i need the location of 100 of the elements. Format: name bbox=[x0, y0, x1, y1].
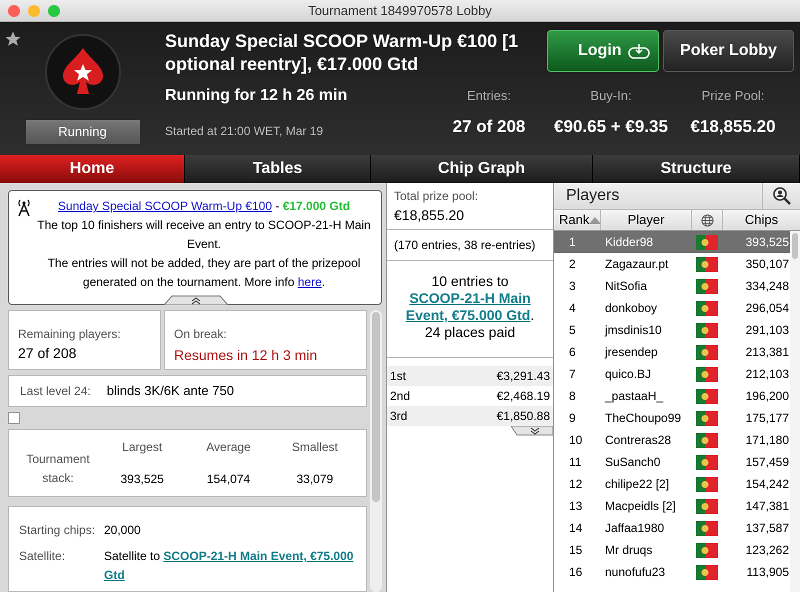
tab[interactable]: Chip Graph bbox=[371, 155, 593, 183]
starting-chips-label: Starting chips: bbox=[19, 522, 96, 539]
rank-cell-text: 14 bbox=[568, 520, 584, 537]
rank-cell-text: 7 bbox=[568, 366, 577, 383]
window-title: Tournament 1849970578 Lobby bbox=[308, 2, 492, 20]
chips-cell-text: 393,525 bbox=[744, 234, 790, 251]
stack-value: 154,074 bbox=[206, 471, 250, 488]
chips-cell-text: 291,103 bbox=[744, 322, 790, 339]
player-name-cell-text: TheChoupo99 bbox=[604, 410, 682, 427]
places-paid: 24 places paid bbox=[424, 324, 516, 341]
seats-text: 10 entries to bbox=[431, 273, 509, 290]
chips-cell-text: 175,177 bbox=[744, 410, 790, 427]
player-column-header[interactable]: Player bbox=[601, 210, 692, 230]
rank-cell-text: 15 bbox=[568, 542, 584, 559]
stat-value: €90.65 + €9.35 bbox=[554, 116, 668, 138]
chips-cell-text: 196,200 bbox=[744, 388, 790, 405]
stat-label: Prize Pool: bbox=[702, 87, 764, 105]
players-scrollbar[interactable] bbox=[790, 231, 800, 592]
tab[interactable]: Structure bbox=[593, 155, 800, 183]
players-title: Players bbox=[565, 186, 620, 206]
player-name-cell-text: Zagazaur.pt bbox=[604, 256, 670, 273]
star-icon[interactable] bbox=[4, 30, 22, 48]
player-name-cell-text: jresendep bbox=[604, 344, 659, 361]
satellite-link[interactable]: SCOOP-21-H Main Event, €75.000 bbox=[163, 547, 354, 566]
tab[interactable]: Home bbox=[0, 155, 185, 183]
amount-cell-text: €3,291.43 bbox=[496, 368, 550, 385]
remaining-label: Remaining players: bbox=[18, 326, 122, 343]
chips-cell-text: 334,248 bbox=[744, 278, 790, 295]
chips-cell-text: 212,103 bbox=[744, 366, 790, 383]
expand-icon[interactable] bbox=[511, 426, 553, 436]
flag-icon bbox=[696, 300, 718, 316]
close-icon[interactable] bbox=[8, 4, 20, 16]
remaining-value: 27 of 208 bbox=[18, 344, 78, 363]
tournament-link[interactable]: Sunday Special SCOOP Warm-Up €100 bbox=[58, 199, 272, 213]
player-name-cell-text: Mr druqs bbox=[604, 542, 654, 559]
rank-cell-text: 1 bbox=[568, 234, 577, 251]
download-icon bbox=[628, 43, 650, 59]
main-event-link[interactable]: Event, €75.000 Gtd bbox=[406, 307, 530, 324]
status-ribbon: Running bbox=[26, 120, 140, 144]
start-time: Started at 21:00 WET, Mar 19 bbox=[165, 123, 324, 140]
zoom-icon[interactable] bbox=[48, 4, 60, 16]
starting-chips-value: 20,000 bbox=[104, 522, 141, 539]
period-text: . bbox=[530, 307, 534, 324]
login-button[interactable]: Login bbox=[547, 30, 659, 72]
stat-value: 27 of 208 bbox=[452, 116, 526, 138]
rank-column-header[interactable]: Rank bbox=[554, 210, 601, 230]
player-name-cell-text: Jaffaa1980 bbox=[604, 520, 666, 537]
stack-value: 33,079 bbox=[296, 471, 334, 488]
info-headline: Sunday Special SCOOP Warm-Up €100 - €17.000 Gtd bbox=[58, 198, 350, 215]
rank-cell-text: 11 bbox=[568, 454, 582, 471]
flag-icon bbox=[696, 256, 718, 272]
rank-cell-text: 5 bbox=[568, 322, 577, 339]
flag-icon bbox=[696, 542, 718, 558]
chips-cell-text: 113,905 bbox=[746, 564, 790, 581]
stack-label: Tournament stack: bbox=[25, 451, 91, 487]
satellite-label: Satellite: bbox=[19, 548, 66, 565]
poker-lobby-button[interactable]: Poker Lobby bbox=[663, 30, 794, 72]
main-event-link[interactable]: SCOOP-21-H Main bbox=[409, 290, 531, 307]
rank-cell-text: 6 bbox=[568, 344, 577, 361]
place-cell-text: 1st bbox=[390, 368, 406, 385]
flag-icon bbox=[696, 498, 718, 514]
chips-column-header[interactable]: Chips bbox=[723, 210, 800, 230]
globe-icon bbox=[700, 214, 714, 226]
checkbox[interactable] bbox=[8, 412, 20, 424]
player-name-cell-text: quico.BJ bbox=[604, 366, 652, 383]
player-row[interactable]: 1 Kidder98 393,525 bbox=[554, 231, 790, 253]
chips-cell-text: 213,381 bbox=[744, 344, 790, 361]
flag-icon bbox=[696, 366, 718, 382]
prize-pool-label: Total prize pool: bbox=[394, 188, 480, 205]
player-name-cell-text: jmsdinis10 bbox=[604, 322, 663, 339]
flag-icon bbox=[696, 476, 718, 492]
rank-cell-text: 2 bbox=[568, 256, 577, 273]
stat-label: Entries: bbox=[466, 87, 512, 105]
stack-value: 393,525 bbox=[120, 471, 164, 488]
flag-icon bbox=[696, 410, 718, 426]
player-name-cell-text: Kidder98 bbox=[604, 234, 654, 251]
collapse-icon[interactable] bbox=[164, 295, 228, 305]
player-name-cell-text: _pastaaH_ bbox=[604, 388, 664, 405]
amount-cell-text: €1,850.88 bbox=[496, 408, 550, 425]
satellite-text: Satellite to bbox=[104, 548, 162, 565]
satellite-link[interactable]: Gtd bbox=[104, 566, 125, 585]
player-name-cell-text: donkoboy bbox=[604, 300, 658, 317]
chips-cell-text: 137,587 bbox=[744, 520, 790, 537]
more-info-link[interactable]: here bbox=[298, 275, 322, 289]
rank-cell-text: 12 bbox=[568, 476, 584, 493]
flag-icon bbox=[696, 564, 718, 580]
chips-cell-text: 154,242 bbox=[744, 476, 790, 493]
stack-column-label: Average bbox=[206, 439, 251, 456]
break-value: Resumes in 12 h 3 min bbox=[174, 346, 318, 365]
tab[interactable]: Tables bbox=[185, 155, 371, 183]
flag-icon bbox=[696, 278, 718, 294]
tournament-title: Sunday Special SCOOP Warm-Up €100 [1 optional reentry], €17.000 Gtd bbox=[165, 30, 520, 76]
scrollbar[interactable] bbox=[370, 310, 382, 592]
rank-cell-text: 10 bbox=[568, 432, 584, 449]
rank-cell-text: 4 bbox=[568, 300, 577, 317]
chips-cell-text: 147,381 bbox=[744, 498, 790, 515]
level-value: blinds 3K/6K ante 750 bbox=[106, 382, 234, 400]
search-icon bbox=[772, 186, 792, 206]
flag-icon bbox=[696, 520, 718, 536]
chips-cell-text: 171,180 bbox=[744, 432, 790, 449]
